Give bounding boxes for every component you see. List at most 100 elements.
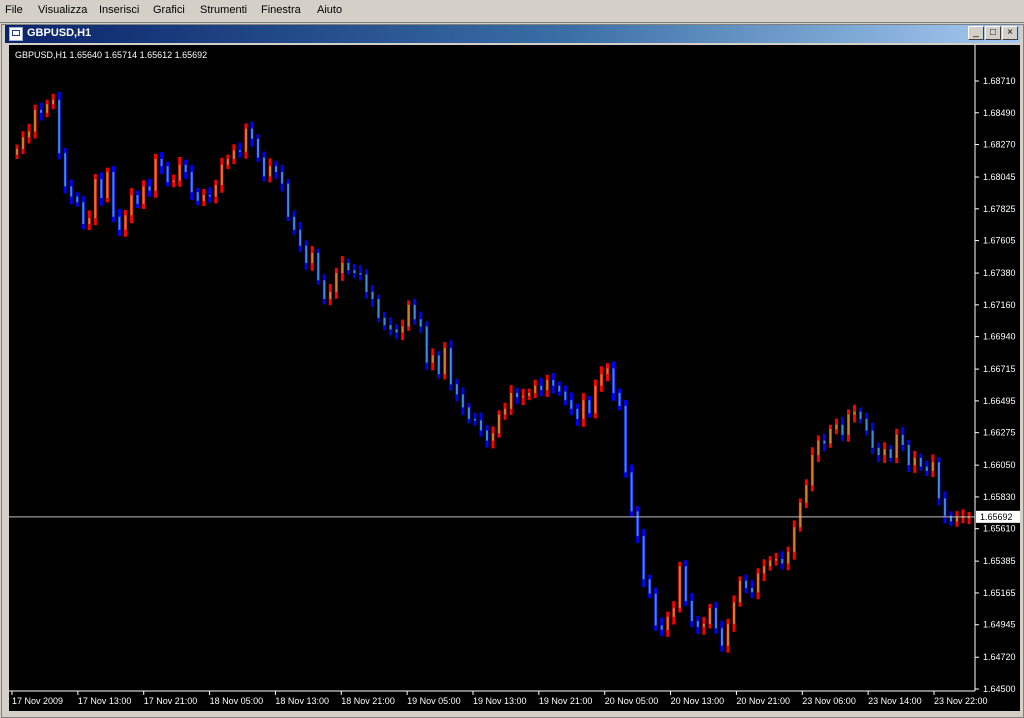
price-chart[interactable]: 1.68710 1.68490 1.68270 1.68045 1.67825 1.676… — [9, 45, 1020, 711]
time-tick-label: 20 Nov 21:00 — [736, 696, 790, 706]
time-tick-label: 23 Nov 14:00 — [868, 696, 922, 706]
menu-strumenti[interactable]: Strumenti — [200, 4, 247, 16]
candle-body — [853, 411, 856, 415]
candle-body — [919, 457, 922, 467]
candle-body — [335, 273, 338, 292]
candle-body — [757, 573, 760, 593]
candle-body — [299, 229, 302, 246]
chart-background — [9, 45, 1020, 711]
candle-body — [244, 128, 247, 152]
time-tick-label: 19 Nov 21:00 — [539, 696, 593, 706]
time-tick-label: 20 Nov 13:00 — [671, 696, 725, 706]
candle-body — [847, 414, 850, 435]
price-tick-label: 1.68045 — [983, 172, 1016, 182]
candle-body — [889, 449, 892, 458]
candle-body — [269, 166, 272, 177]
candle-body — [419, 319, 422, 327]
candle-body — [702, 624, 705, 627]
chart-area[interactable]: 1.68710 1.68490 1.68270 1.68045 1.67825 1.676… — [9, 45, 1020, 711]
candle-body — [431, 355, 434, 363]
candle-body — [485, 430, 488, 441]
price-tick-label: 1.65385 — [983, 556, 1016, 566]
candle-body — [558, 385, 561, 392]
candle-body — [473, 418, 476, 421]
maximize-button[interactable]: □ — [985, 26, 1001, 40]
candle-body — [799, 502, 802, 528]
menu-bar: File Visualizza Inserisci Grafici Strume… — [0, 0, 1024, 23]
chart-title-bar[interactable]: GBPUSD,H1 _ □ × — [5, 25, 1020, 43]
price-tick-label: 1.68270 — [983, 140, 1016, 150]
candle-body — [648, 579, 651, 594]
candle-body — [100, 179, 103, 198]
menu-aiuto[interactable]: Aiuto — [317, 4, 342, 16]
candle-body — [118, 216, 121, 230]
candle-body — [895, 434, 898, 458]
candle-body — [714, 608, 717, 629]
candle-body — [594, 385, 597, 414]
candle-body — [570, 400, 573, 409]
candle-body — [937, 462, 940, 499]
candle-body — [455, 384, 458, 395]
candle-body — [624, 405, 627, 473]
menu-finestra[interactable]: Finestra — [261, 4, 301, 16]
price-tick-label: 1.68710 — [983, 76, 1016, 86]
price-tick-label: 1.67160 — [983, 300, 1016, 310]
candle-body — [190, 171, 193, 193]
time-tick-label: 17 Nov 21:00 — [144, 696, 198, 706]
candle-body — [112, 171, 115, 217]
candle-body — [901, 434, 904, 445]
candle-body — [726, 624, 729, 646]
candle-body — [690, 600, 693, 622]
candle-body — [817, 440, 820, 456]
candle-body — [40, 109, 43, 113]
candle-body — [467, 407, 470, 419]
price-tick-label: 1.66050 — [983, 460, 1016, 470]
time-tick-label: 18 Nov 05:00 — [210, 696, 264, 706]
time-tick-label: 17 Nov 2009 — [12, 696, 63, 706]
price-tick-label: 1.64720 — [983, 652, 1016, 662]
candle-body — [214, 184, 217, 197]
candle-body — [377, 299, 380, 318]
candle-body — [943, 498, 946, 516]
candle-body — [160, 158, 163, 167]
price-tick-label: 1.65165 — [983, 588, 1016, 598]
candle-body — [751, 587, 754, 593]
candle-body — [835, 424, 838, 430]
candle-body — [443, 348, 446, 375]
minimize-button[interactable]: _ — [968, 26, 984, 40]
candle-body — [552, 379, 555, 386]
candle-body — [564, 391, 567, 401]
candle-body — [401, 326, 404, 333]
candle-body — [329, 291, 332, 300]
candle-body — [34, 109, 37, 132]
menu-grafici[interactable]: Grafici — [153, 4, 185, 16]
candle-body — [142, 186, 145, 204]
candle-body — [281, 171, 284, 184]
close-button[interactable]: × — [1002, 26, 1018, 40]
chart-window-title: GBPUSD,H1 — [27, 27, 92, 39]
candle-body — [166, 166, 169, 183]
candle-body — [907, 444, 910, 466]
candle-body — [407, 304, 410, 327]
candle-body — [136, 195, 139, 204]
candle-body — [582, 400, 585, 419]
time-tick-label: 23 Nov 06:00 — [802, 696, 856, 706]
price-tick-label: 1.65830 — [983, 492, 1016, 502]
candle-body — [287, 183, 290, 217]
candle-body — [522, 395, 525, 398]
candle-body — [600, 374, 603, 386]
menu-visualizza[interactable]: Visualizza — [38, 4, 87, 16]
candle-body — [178, 164, 181, 181]
candle-body — [106, 171, 109, 198]
candle-body — [347, 262, 350, 271]
price-tick-label: 1.64945 — [983, 620, 1016, 630]
time-tick-label: 18 Nov 13:00 — [275, 696, 329, 706]
candle-body — [425, 326, 428, 363]
menu-inserisci[interactable]: Inserisci — [99, 4, 139, 16]
candle-body — [781, 559, 784, 564]
menu-file[interactable]: File — [5, 4, 23, 16]
price-tick-label: 1.64500 — [983, 684, 1016, 694]
candle-body — [250, 128, 253, 139]
candle-body — [823, 440, 826, 444]
candle-body — [618, 392, 621, 406]
